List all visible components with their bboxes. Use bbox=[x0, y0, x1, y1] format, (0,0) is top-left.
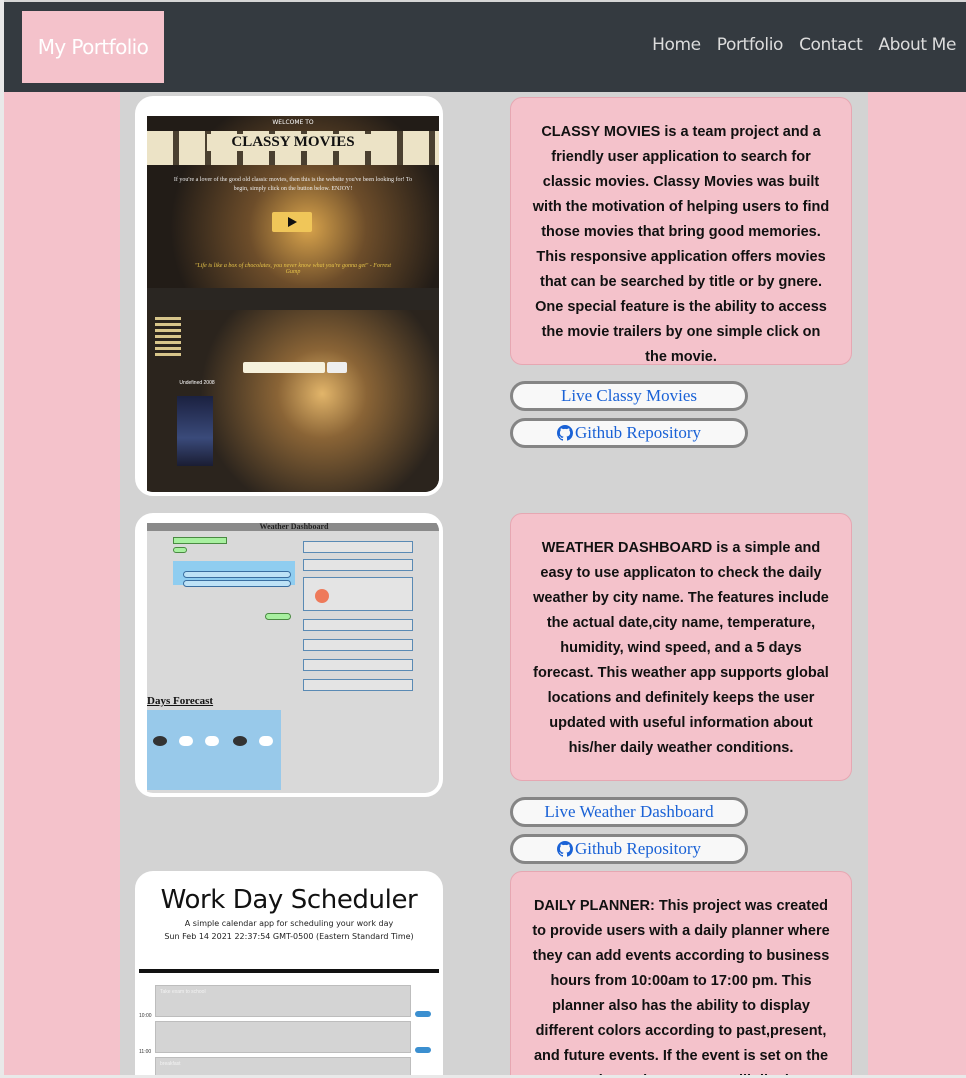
preview-row-text: Take exam to school bbox=[160, 989, 206, 995]
preview-date: Sun Feb 14 2021 22:37:54 GMT-0500 (Easte… bbox=[164, 932, 414, 941]
preview-search-button bbox=[173, 547, 187, 553]
nav-link-contact[interactable]: Contact bbox=[799, 35, 863, 55]
preview-divider bbox=[139, 969, 439, 973]
live-classy-movies-button[interactable]: Live Classy Movies bbox=[510, 381, 748, 411]
preview-city-chip bbox=[183, 571, 291, 578]
live-link-label: Live Weather Dashboard bbox=[544, 802, 714, 821]
preview-subtitle: If you're a lover of the good old classi… bbox=[173, 177, 413, 192]
preview-quote: "Life is like a box of chocolates, you n… bbox=[194, 263, 392, 275]
preview-title: Weather Dashboard bbox=[147, 523, 439, 531]
github-icon bbox=[556, 425, 573, 441]
window-left-border bbox=[0, 0, 4, 1078]
preview-info-box bbox=[303, 679, 413, 691]
live-weather-dashboard-button[interactable]: Live Weather Dashboard bbox=[510, 797, 748, 827]
preview-row-text: breakfast bbox=[160, 1061, 181, 1067]
preview-info-box bbox=[303, 659, 413, 671]
github-icon bbox=[556, 841, 573, 857]
preview-city-input bbox=[173, 537, 227, 544]
portfolio-content: WELCOME TO CLASSY MOVIES If you're a lov… bbox=[120, 92, 868, 1075]
nav-links: Home Portfolio Contact About Me bbox=[652, 35, 956, 55]
cloud-icon bbox=[179, 736, 193, 746]
cloud-icon bbox=[205, 736, 219, 746]
preview-save-button bbox=[415, 1047, 431, 1053]
preview-hour-row bbox=[155, 1021, 411, 1053]
preview-search-button bbox=[327, 362, 347, 373]
movie-poster bbox=[177, 396, 213, 466]
classy-movies-search-view: Undefined 2008 bbox=[147, 310, 439, 492]
snow-icon bbox=[153, 736, 167, 746]
preview-save-button bbox=[415, 1011, 431, 1017]
weather-dashboard-preview: Weather Dashboard Days Forecast bbox=[147, 523, 439, 793]
preview-city-chip bbox=[183, 580, 291, 587]
classy-movies-hero: WELCOME TO CLASSY MOVIES If you're a lov… bbox=[147, 116, 439, 288]
daily-planner-description: DAILY PLANNER: This project was created … bbox=[510, 871, 852, 1075]
weather-dashboard-github-button[interactable]: Github Repository bbox=[510, 834, 748, 864]
daily-planner-screenshot: Work Day Scheduler A simple calendar app… bbox=[135, 871, 443, 1075]
github-link-label: Github Repository bbox=[574, 839, 702, 858]
classy-movies-screenshot: WELCOME TO CLASSY MOVIES If you're a lov… bbox=[135, 96, 443, 496]
preview-title: Work Day Scheduler bbox=[160, 885, 418, 915]
preview-info-box bbox=[303, 619, 413, 631]
preview-hour-row: breakfast bbox=[155, 1057, 411, 1075]
classy-movies-preview: WELCOME TO CLASSY MOVIES If you're a lov… bbox=[147, 116, 439, 492]
classy-movies-github-button[interactable]: Github Repository bbox=[510, 418, 748, 448]
nav-link-home[interactable]: Home bbox=[652, 35, 701, 55]
preview-hour-label: 10:00 bbox=[139, 1013, 152, 1019]
preview-search-box bbox=[243, 362, 325, 373]
brand-logo[interactable]: My Portfolio bbox=[22, 11, 164, 83]
github-link-label: Github Repository bbox=[574, 423, 702, 442]
sun-icon bbox=[315, 589, 329, 603]
genre-list bbox=[155, 314, 195, 359]
cloud-icon bbox=[259, 736, 273, 746]
weather-dashboard-description: WEATHER DASHBOARD is a simple and easy t… bbox=[510, 513, 852, 781]
snow-icon bbox=[233, 736, 247, 746]
preview-info-box bbox=[303, 559, 413, 571]
poster-label: Undefined 2008 bbox=[179, 380, 215, 386]
live-link-label: Live Classy Movies bbox=[561, 386, 697, 405]
preview-forecast-grid bbox=[147, 710, 281, 790]
preview-info-box bbox=[303, 541, 413, 553]
play-icon bbox=[272, 212, 312, 232]
nav-link-about-me[interactable]: About Me bbox=[878, 35, 956, 55]
work-day-scheduler-preview: Work Day Scheduler A simple calendar app… bbox=[139, 875, 439, 1075]
preview-clear-button bbox=[265, 613, 291, 620]
preview-forecast-heading: Days Forecast bbox=[147, 695, 214, 707]
preview-info-box bbox=[303, 639, 413, 651]
preview-hour-row: Take exam to school bbox=[155, 985, 411, 1017]
preview-welcome-text: WELCOME TO bbox=[272, 119, 314, 126]
navbar: My Portfolio Home Portfolio Contact Abou… bbox=[4, 2, 966, 92]
preview-subtitle: A simple calendar app for scheduling you… bbox=[184, 919, 394, 928]
preview-hour-label: 11:00 bbox=[139, 1049, 152, 1055]
preview-title: CLASSY MOVIES bbox=[207, 134, 379, 151]
classy-movies-description: CLASSY MOVIES is a team project and a fr… bbox=[510, 97, 852, 365]
weather-dashboard-screenshot: Weather Dashboard Days Forecast bbox=[135, 513, 443, 797]
nav-link-portfolio[interactable]: Portfolio bbox=[717, 35, 784, 55]
